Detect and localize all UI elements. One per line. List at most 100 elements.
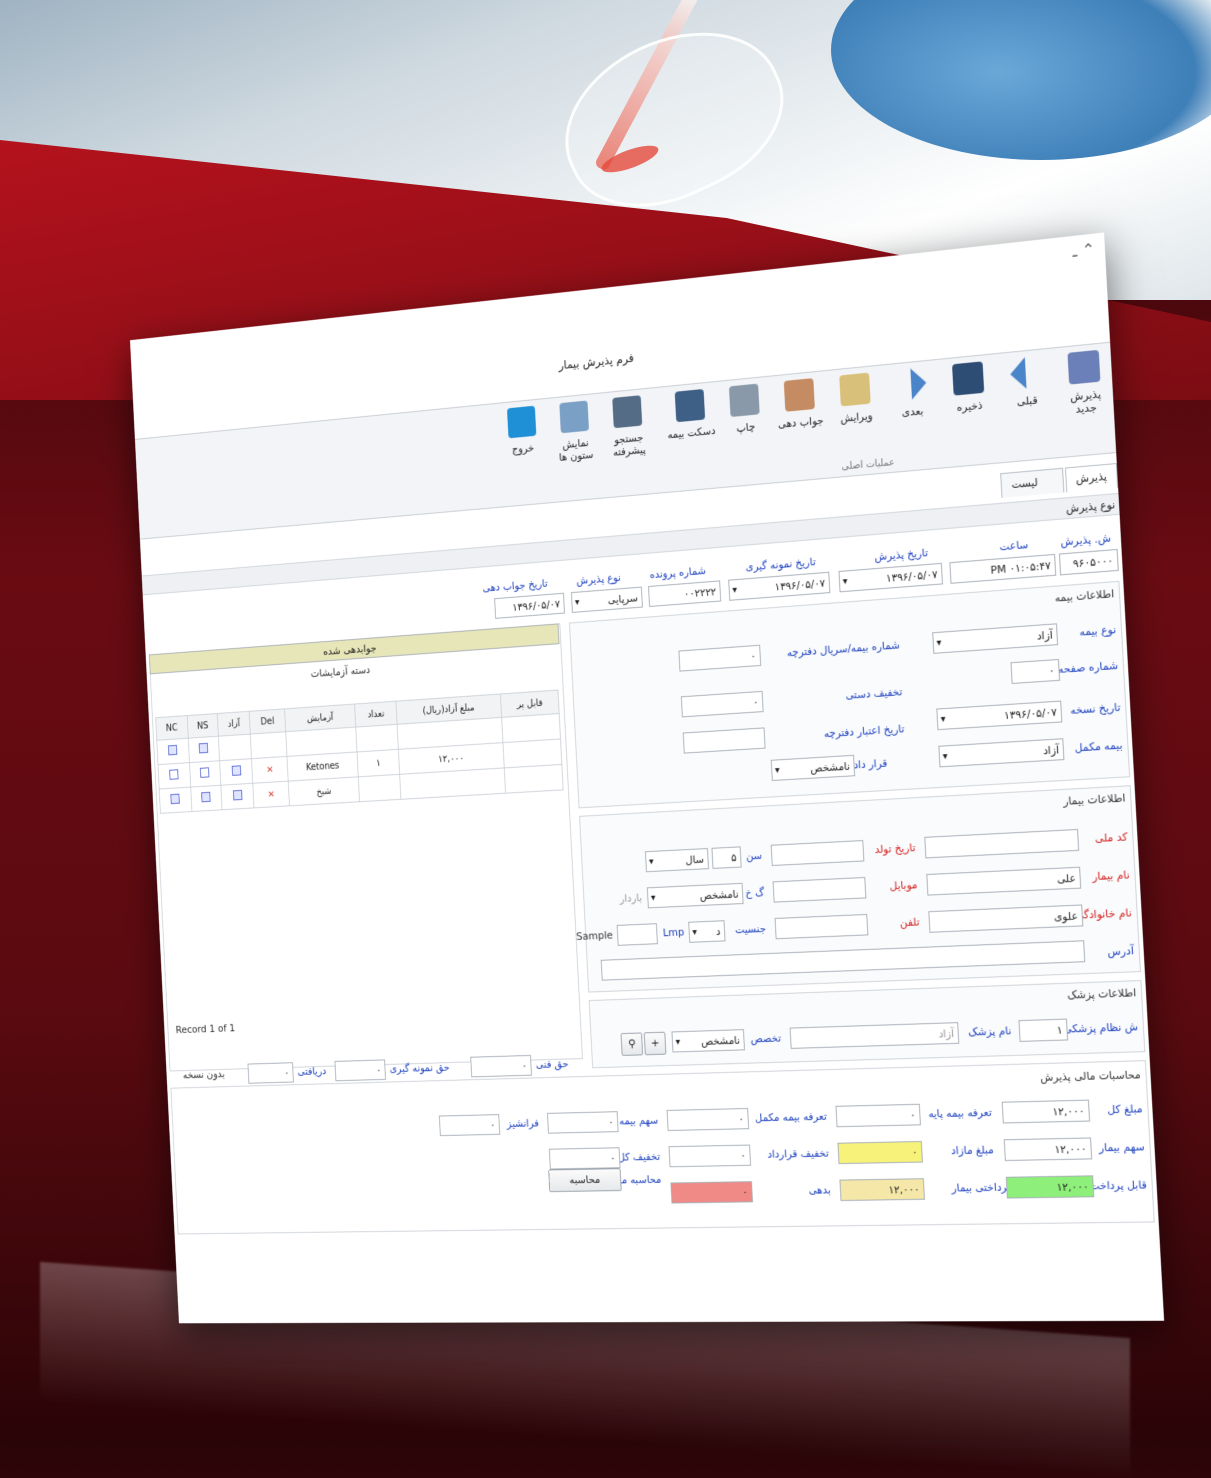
time-field[interactable]: PM ۰۱:۰۵:۴۷ bbox=[949, 553, 1057, 584]
printer-icon bbox=[728, 383, 760, 418]
lmp-field[interactable] bbox=[616, 923, 658, 946]
total-field[interactable]: ۱۲,۰۰۰ bbox=[1001, 1099, 1091, 1124]
supp-tariff-label: تعرفه بیمه مکمل bbox=[754, 1109, 828, 1125]
doctor-spec-label: تخصص bbox=[750, 1031, 782, 1046]
patient-share-field[interactable]: ۱۲,۰۰۰ bbox=[1003, 1137, 1093, 1162]
age-field[interactable]: ۵ bbox=[711, 846, 742, 869]
file-no-field[interactable]: ۰۰۲۲۲۲ bbox=[648, 580, 722, 607]
doctor-code-field[interactable]: ۱ bbox=[1018, 1018, 1069, 1042]
age-unit-field[interactable]: سال bbox=[644, 848, 709, 873]
free-checkbox[interactable] bbox=[231, 765, 241, 776]
nc-checkbox[interactable] bbox=[170, 793, 181, 805]
new-reception-label: پذیرش جدید bbox=[1069, 387, 1102, 416]
payable-label: قابل پرداخت bbox=[1089, 1178, 1148, 1193]
pregnant-label[interactable]: باردار bbox=[619, 891, 642, 904]
free-checkbox[interactable] bbox=[232, 789, 243, 801]
user-icon bbox=[1067, 349, 1101, 385]
doctor-section-title: اطلاعات پزشک bbox=[1066, 986, 1137, 1002]
tab-reception[interactable]: پذیرش bbox=[1064, 463, 1119, 493]
add-doctor-button[interactable]: + bbox=[643, 1031, 667, 1056]
save-button[interactable]: ذخیره bbox=[941, 360, 997, 415]
address-label: آدرس bbox=[1107, 944, 1135, 959]
prev-button[interactable]: قبلی bbox=[998, 354, 1055, 409]
nc-checkbox[interactable] bbox=[168, 744, 178, 756]
answer-date-field[interactable]: ۱۳۹۶/۰۵/۰۷ bbox=[494, 592, 565, 619]
window-controls[interactable]: ـ ⌃ bbox=[1072, 239, 1096, 260]
reception-date-field[interactable]: ۱۳۹۶/۰۵/۰۷ bbox=[838, 562, 943, 593]
mobile-field[interactable] bbox=[772, 876, 867, 903]
next-icon bbox=[895, 367, 927, 401]
gender-field[interactable]: د bbox=[688, 920, 726, 943]
tech-fee-label: حق فنی bbox=[535, 1057, 569, 1071]
birth-field[interactable] bbox=[770, 840, 865, 866]
advanced-search-label: جستجو پیشرفته bbox=[612, 431, 646, 459]
contract-field[interactable]: نامشخص bbox=[770, 754, 856, 782]
exit-label: خروج bbox=[511, 441, 535, 456]
sample-date-field[interactable]: ۱۳۹۶/۰۵/۰۷ bbox=[728, 571, 831, 601]
print-button[interactable]: چاپ bbox=[718, 382, 772, 436]
franchise-field[interactable]: ۰ bbox=[438, 1114, 501, 1137]
answer-button[interactable]: جواب دهی bbox=[773, 377, 827, 431]
col-del: Del bbox=[249, 708, 286, 735]
total-discount-field[interactable]: ۰ bbox=[548, 1147, 621, 1170]
received-field[interactable]: ۰ bbox=[247, 1062, 294, 1084]
sample-fee-field[interactable]: ۰ bbox=[334, 1059, 386, 1082]
patient-paid-field[interactable]: ۱۲,۰۰۰ bbox=[839, 1178, 925, 1202]
binoculars-icon bbox=[612, 395, 643, 429]
next-label: بعدی bbox=[901, 404, 924, 420]
page-no-field[interactable]: ۰ bbox=[1010, 658, 1061, 684]
ns-checkbox[interactable] bbox=[200, 767, 210, 778]
record-navigator[interactable]: Record 1 of 1 bbox=[175, 1022, 235, 1036]
edit-button[interactable]: ویرایش bbox=[828, 371, 883, 425]
reception-type-field[interactable]: سرپایی bbox=[570, 586, 643, 613]
exit-button[interactable]: خروج bbox=[497, 405, 548, 457]
supp-tariff-field[interactable]: ۰ bbox=[666, 1107, 750, 1131]
advanced-search-button[interactable]: جستجو پیشرفته bbox=[602, 394, 655, 459]
finance-section-title: محاسبات مالی پذیرش bbox=[1039, 1068, 1142, 1084]
insurance-button[interactable]: دسکت بیمه bbox=[664, 388, 717, 441]
reception-no-field[interactable]: ۹۶۰۵۰۰۰ bbox=[1058, 548, 1119, 576]
columns-button[interactable]: نمایش ستون ها bbox=[549, 399, 601, 464]
test-count: ۱ bbox=[357, 749, 400, 777]
debt-field[interactable]: ۰ bbox=[670, 1181, 754, 1204]
phone-field[interactable] bbox=[774, 913, 869, 940]
col-ns: NS bbox=[186, 713, 219, 739]
tab-reception-list[interactable]: لیست پذیرش bbox=[1000, 467, 1065, 515]
col-free: آزاد bbox=[217, 711, 251, 737]
contract-discount-field[interactable]: ۰ bbox=[668, 1144, 752, 1168]
next-button[interactable]: بعدی bbox=[884, 366, 940, 421]
save-icon bbox=[952, 361, 985, 396]
ns-checkbox[interactable] bbox=[201, 791, 211, 803]
print-label: چاپ bbox=[736, 420, 756, 435]
search-doctor-button[interactable]: ⚲ bbox=[620, 1032, 644, 1056]
no-copy-label[interactable]: بدون نسخه bbox=[183, 1068, 226, 1081]
received-label: دریافتی bbox=[297, 1064, 327, 1078]
delete-icon[interactable]: ✕ bbox=[266, 765, 273, 775]
excess-field[interactable]: ۰ bbox=[837, 1140, 923, 1165]
prev-label: قبلی bbox=[1016, 393, 1038, 409]
calc-button[interactable]: محاسبه bbox=[548, 1168, 622, 1193]
grid-icon bbox=[559, 400, 590, 434]
reception-date-label: تاریخ پذیرش bbox=[874, 546, 929, 564]
tech-fee-field[interactable]: ۰ bbox=[470, 1054, 532, 1078]
test-price bbox=[399, 767, 506, 800]
time-label: ساعت bbox=[999, 538, 1029, 554]
delete-icon[interactable]: ✕ bbox=[267, 789, 274, 799]
franchise-label: فرانشیز bbox=[506, 1116, 540, 1130]
insurance-share-field[interactable]: ۰ bbox=[547, 1111, 619, 1134]
ns-checkbox[interactable] bbox=[198, 742, 209, 754]
tests-panel bbox=[148, 623, 583, 1072]
answer-date-label: تاریخ جواب دهی bbox=[482, 577, 548, 595]
blood-field[interactable]: نامشخص bbox=[646, 882, 744, 909]
base-field[interactable]: ۰ bbox=[835, 1103, 921, 1128]
nc-checkbox[interactable] bbox=[169, 769, 179, 780]
edit-icon bbox=[839, 372, 871, 407]
new-reception-button[interactable]: پذیرش جدید bbox=[1056, 349, 1114, 418]
payable-field[interactable]: ۱۲,۰۰۰ bbox=[1005, 1175, 1095, 1199]
test-name: شیخ bbox=[288, 776, 360, 806]
clipboard-icon bbox=[783, 378, 815, 412]
col-nc: NC bbox=[155, 715, 188, 741]
doctor-spec-field[interactable]: نامشخص bbox=[671, 1029, 745, 1053]
age-label: سن bbox=[745, 849, 763, 863]
insurance-share-label: سهم بیمه bbox=[618, 1114, 659, 1128]
